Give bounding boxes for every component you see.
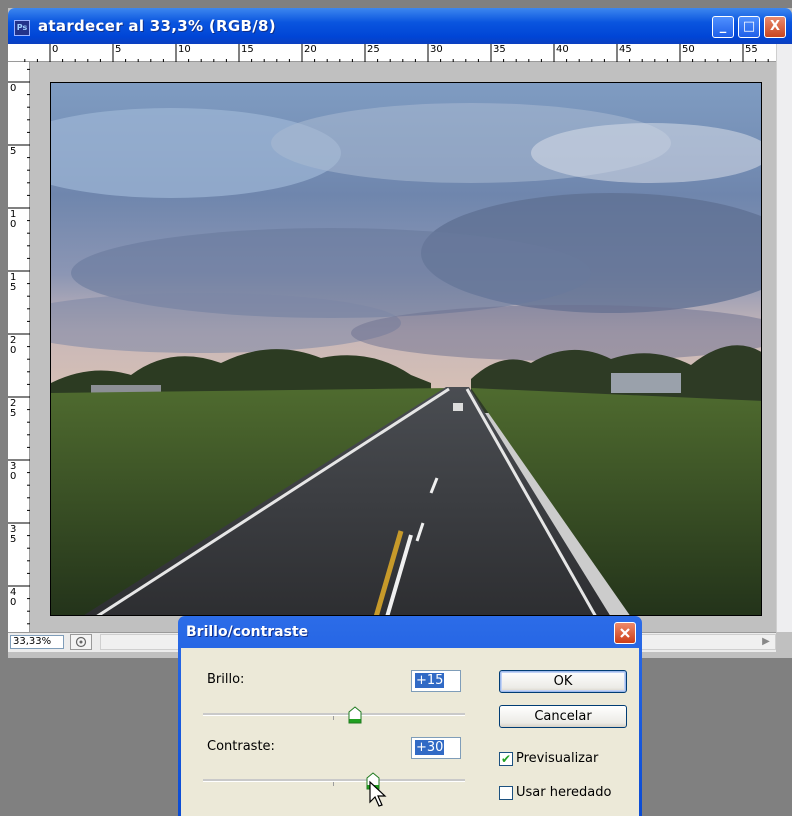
horizontal-ruler[interactable]: 0 5 10 15 20 25 30 35 40 45 50 55 [8,44,776,62]
vertical-scrollbar[interactable] [776,44,792,632]
road-photo-image [51,83,761,615]
contrast-slider-track[interactable] [203,779,465,782]
brightness-value: +15 [415,673,445,688]
canvas-photo-road-sunset[interactable] [50,82,762,616]
zoom-level-field[interactable]: 33,33% [10,635,64,649]
brightness-value-input[interactable]: +15 [411,670,461,692]
horizontal-ruler-ticks [24,44,769,62]
ruler-top-label: 30 [430,44,443,55]
minimize-button[interactable]: _ [712,16,734,38]
document-titlebar[interactable]: Ps atardecer al 33,3% (RGB/8) _ □ X [8,8,792,44]
contrast-slider-center-tick [333,782,334,786]
mouse-pointer-icon [369,780,387,807]
contrast-value-input[interactable]: +30 [411,737,461,759]
cancel-button[interactable]: Cancelar [499,705,627,728]
ruler-top-label: 55 [745,44,758,55]
ruler-left-label: 0 [10,83,17,94]
ruler-left-label: 5 [10,146,17,157]
ruler-left-label: 20 [10,335,17,356]
ok-button[interactable]: OK [499,670,627,693]
ruler-left-label: 15 [10,272,17,293]
dialog-close-button[interactable] [614,622,636,644]
vertical-ruler[interactable]: 0 5 10 15 20 25 30 35 40 [8,62,30,632]
ruler-top-label: 40 [556,44,569,55]
brightness-slider-track[interactable] [203,713,465,716]
ruler-top-label: 35 [493,44,506,55]
document-title: atardecer al 33,3% (RGB/8) [38,17,276,35]
info-icon [75,636,87,648]
ruler-left-label: 35 [10,524,17,545]
brightness-contrast-dialog: Brillo/contraste Brillo: +15 Contraste: … [178,616,642,816]
ruler-left-label: 10 [10,209,17,230]
legacy-checkbox-label[interactable]: Usar heredado [516,785,611,800]
ruler-top-label: 45 [619,44,632,55]
contrast-value: +30 [415,740,445,755]
ruler-top-label: 5 [115,44,122,55]
ruler-left-label: 40 [10,587,17,608]
photoshop-app-icon: Ps [14,20,30,36]
brightness-slider-center-tick [333,716,334,720]
ruler-top-label: 50 [682,44,695,55]
brightness-label: Brillo: [207,672,245,687]
contrast-label: Contraste: [207,739,275,754]
ruler-top-label: 15 [241,44,254,55]
ruler-top-label: 25 [367,44,380,55]
close-button[interactable]: X [764,16,786,38]
ruler-left-label: 30 [10,461,17,482]
ruler-top-label: 0 [52,44,59,55]
preview-checkbox[interactable]: ✔ [499,752,513,766]
document-window: Ps atardecer al 33,3% (RGB/8) _ □ X 0 5 10… [8,8,792,658]
dialog-titlebar[interactable]: Brillo/contraste [178,616,642,648]
status-info-button[interactable] [70,634,92,650]
maximize-button[interactable]: □ [738,16,760,38]
legacy-checkbox[interactable] [499,786,513,800]
dialog-title: Brillo/contraste [186,624,309,640]
scroll-right-arrow-icon[interactable]: ▶ [759,636,773,648]
ruler-top-label: 10 [178,44,191,55]
ruler-left-label: 25 [10,398,17,419]
dialog-body: Brillo: +15 Contraste: +30 OK Cancelar ✔… [181,648,639,816]
close-icon [620,628,630,638]
brightness-slider-thumb[interactable] [348,706,362,724]
ruler-top-label: 20 [304,44,317,55]
preview-checkbox-label[interactable]: Previsualizar [516,751,598,766]
